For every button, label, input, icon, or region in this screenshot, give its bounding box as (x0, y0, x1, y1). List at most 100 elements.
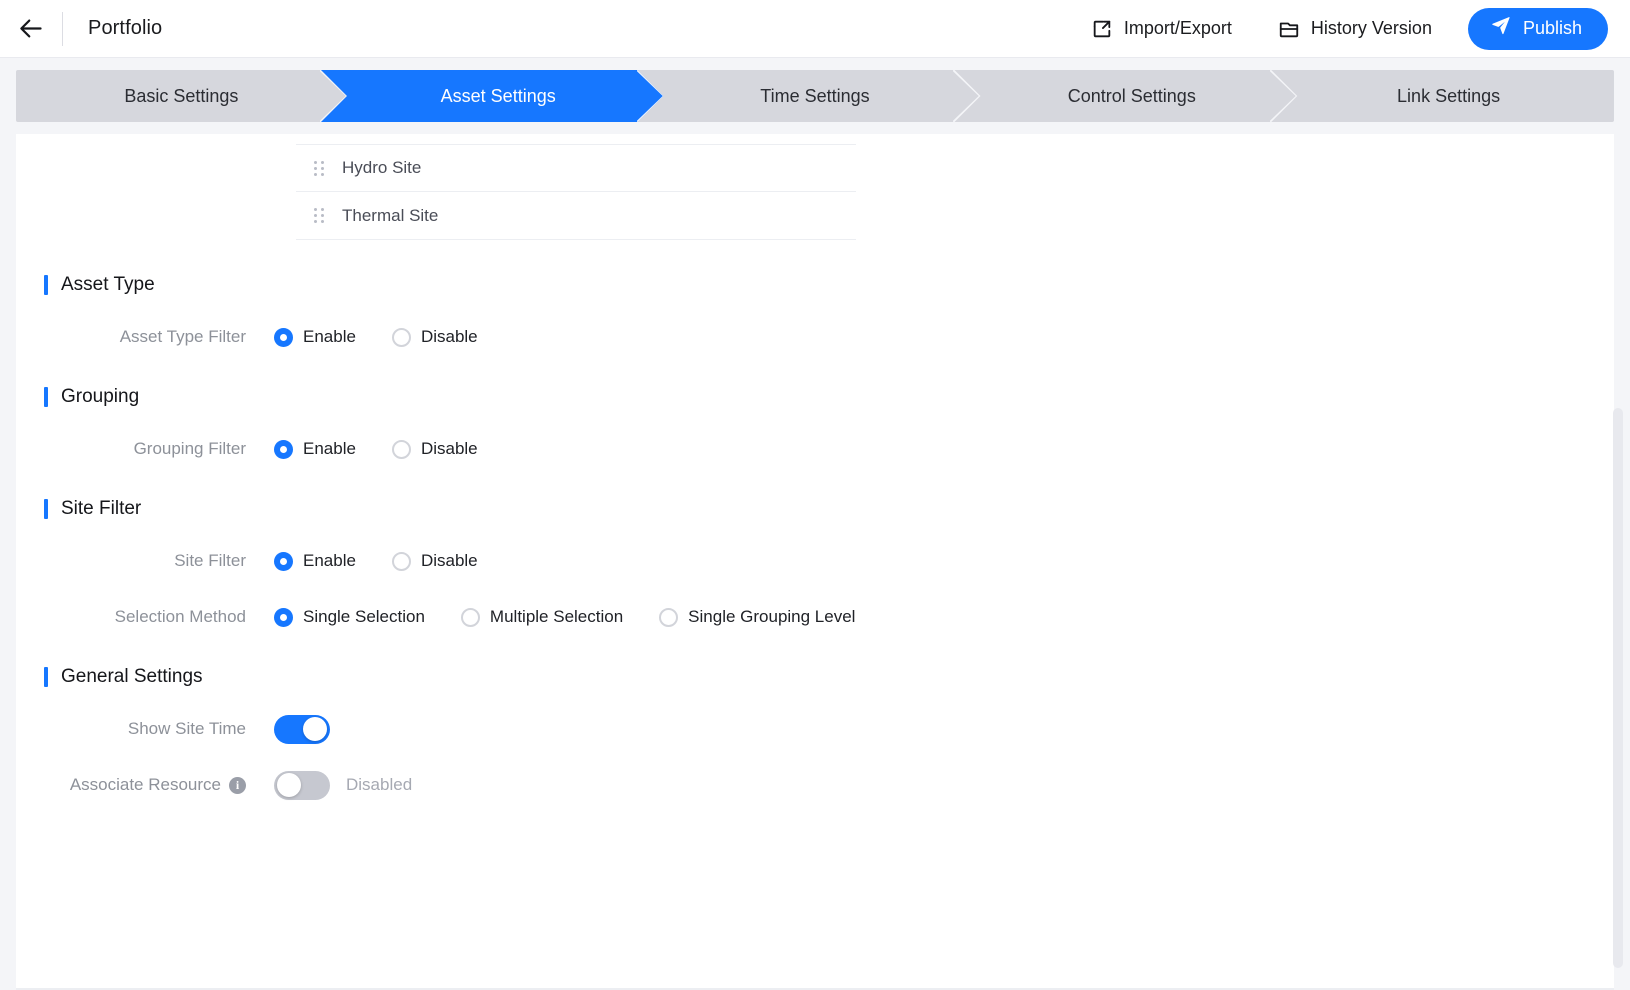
toggle-wrap (274, 715, 330, 744)
field-site-filter: Site Filter Enable Disable (16, 546, 1614, 576)
radio-label: Enable (303, 439, 356, 459)
tab-link-settings[interactable]: Link Settings (1271, 70, 1614, 122)
radio-group-selection-method: Single Selection Multiple Selection Sing… (274, 607, 855, 627)
radio-grouping-filter-disable[interactable]: Disable (392, 439, 478, 459)
toggle-wrap: Disabled (274, 771, 412, 800)
section-accent-bar (44, 387, 48, 407)
tab-basic-settings-label: Basic Settings (124, 86, 238, 107)
site-list: Hydro Site Thermal Site (296, 134, 856, 240)
section-asset-type: Asset Type Asset Type Filter Enable Disa… (16, 274, 1614, 352)
tab-control-settings-label: Control Settings (1068, 86, 1196, 107)
radio-site-filter-disable[interactable]: Disable (392, 551, 478, 571)
radio-label: Single Grouping Level (688, 607, 855, 627)
settings-form-panel: Hydro Site Thermal Site Asset Type Asset… (16, 134, 1614, 990)
section-title: Asset Type (61, 274, 155, 296)
list-item[interactable]: Hydro Site (296, 144, 856, 192)
radio-label: Disable (421, 439, 478, 459)
radio-group-site-filter: Enable Disable (274, 551, 478, 571)
toggle-knob (303, 717, 327, 741)
tab-asset-settings-label: Asset Settings (441, 86, 556, 107)
app-root: Portfolio Import/Export (0, 0, 1630, 990)
import-export-label: Import/Export (1124, 18, 1232, 39)
radio-icon (392, 328, 411, 347)
radio-icon (392, 552, 411, 571)
field-grouping-filter: Grouping Filter Enable Disable (16, 434, 1614, 464)
send-icon (1490, 15, 1512, 42)
field-label: Selection Method (16, 607, 274, 627)
tab-time-settings-label: Time Settings (760, 86, 869, 107)
radio-selection-method-multiple[interactable]: Multiple Selection (461, 607, 623, 627)
import-export-icon (1091, 18, 1113, 40)
site-name: Thermal Site (342, 206, 438, 226)
tab-basic-settings[interactable]: Basic Settings (16, 70, 347, 122)
radio-label: Multiple Selection (490, 607, 623, 627)
list-item[interactable]: Thermal Site (296, 192, 856, 240)
arrow-left-icon (18, 15, 45, 42)
radio-icon (274, 552, 293, 571)
radio-group-grouping-filter: Enable Disable (274, 439, 478, 459)
field-label: Asset Type Filter (16, 327, 274, 347)
history-version-label: History Version (1311, 18, 1432, 39)
field-associate-resource: Associate Resource i Disabled (16, 770, 1614, 800)
radio-label: Enable (303, 327, 356, 347)
scrollbar-thumb[interactable] (1613, 408, 1623, 968)
radio-asset-type-filter-disable[interactable]: Disable (392, 327, 478, 347)
folder-icon (1278, 18, 1300, 40)
field-label: Grouping Filter (16, 439, 274, 459)
radio-group-asset-type-filter: Enable Disable (274, 327, 478, 347)
radio-icon (392, 440, 411, 459)
section-header: Site Filter (16, 498, 1614, 520)
toggle-associate-resource[interactable] (274, 771, 330, 800)
radio-label: Enable (303, 551, 356, 571)
section-accent-bar (44, 667, 48, 687)
field-label: Associate Resource i (16, 775, 274, 795)
section-title: Site Filter (61, 498, 141, 520)
back-button[interactable] (0, 0, 62, 58)
field-selection-method: Selection Method Single Selection Multip… (16, 602, 1614, 632)
site-name: Hydro Site (342, 158, 421, 178)
radio-label: Disable (421, 327, 478, 347)
publish-label: Publish (1523, 18, 1582, 39)
history-version-button[interactable]: History Version (1268, 10, 1442, 48)
toggle-knob (277, 773, 301, 797)
section-site-filter: Site Filter Site Filter Enable Disable S… (16, 498, 1614, 632)
tab-control-settings[interactable]: Control Settings (954, 70, 1297, 122)
import-export-button[interactable]: Import/Export (1081, 10, 1242, 48)
section-header: Asset Type (16, 274, 1614, 296)
tab-time-settings[interactable]: Time Settings (638, 70, 981, 122)
field-label: Show Site Time (16, 719, 274, 739)
settings-step-tabs: Basic Settings Asset Settings Time Setti… (16, 70, 1614, 122)
field-label-text: Associate Resource (70, 775, 221, 795)
section-general-settings: General Settings Show Site Time Associat… (16, 666, 1614, 800)
drag-handle-icon[interactable] (296, 208, 342, 223)
info-icon[interactable]: i (229, 777, 246, 794)
drag-handle-icon[interactable] (296, 161, 342, 176)
section-header: Grouping (16, 386, 1614, 408)
radio-selection-method-single[interactable]: Single Selection (274, 607, 425, 627)
radio-grouping-filter-enable[interactable]: Enable (274, 439, 356, 459)
tab-asset-settings[interactable]: Asset Settings (321, 70, 664, 122)
field-show-site-time: Show Site Time (16, 714, 1614, 744)
section-accent-bar (44, 275, 48, 295)
radio-label: Single Selection (303, 607, 425, 627)
section-accent-bar (44, 499, 48, 519)
tab-link-settings-label: Link Settings (1397, 86, 1500, 107)
section-title: Grouping (61, 386, 139, 408)
toggle-show-site-time[interactable] (274, 715, 330, 744)
radio-label: Disable (421, 551, 478, 571)
radio-site-filter-enable[interactable]: Enable (274, 551, 356, 571)
publish-button[interactable]: Publish (1468, 8, 1608, 50)
field-label: Site Filter (16, 551, 274, 571)
toggle-state-text: Disabled (346, 775, 412, 795)
section-grouping: Grouping Grouping Filter Enable Disable (16, 386, 1614, 464)
top-bar-actions: Import/Export History Version Publi (1081, 8, 1630, 50)
page-title: Portfolio (63, 17, 162, 40)
field-asset-type-filter: Asset Type Filter Enable Disable (16, 322, 1614, 352)
top-bar: Portfolio Import/Export (0, 0, 1630, 58)
radio-asset-type-filter-enable[interactable]: Enable (274, 327, 356, 347)
vertical-scrollbar[interactable] (1612, 134, 1624, 990)
radio-icon (274, 440, 293, 459)
radio-icon (461, 608, 480, 627)
radio-icon (659, 608, 678, 627)
radio-selection-method-grouping-level[interactable]: Single Grouping Level (659, 607, 855, 627)
